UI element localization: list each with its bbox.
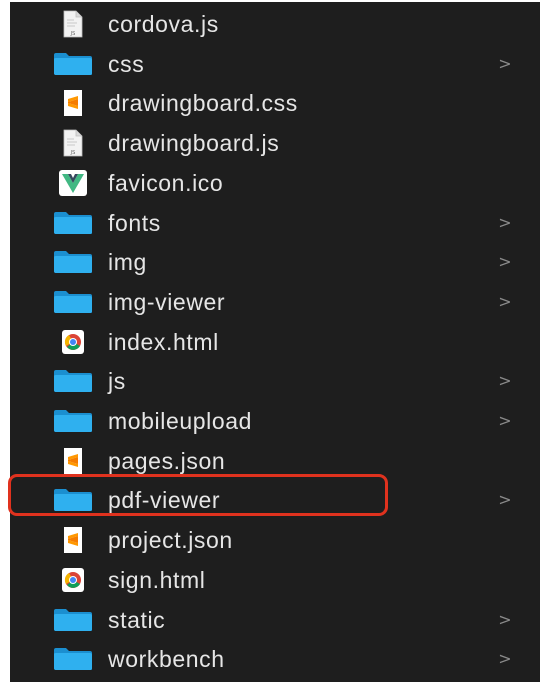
item-name: drawingboard.css <box>108 90 298 117</box>
folder-row[interactable]: fonts > <box>10 203 540 243</box>
item-name: pages.json <box>108 447 226 474</box>
item-name: drawingboard.js <box>108 130 280 157</box>
svg-text:JS: JS <box>70 150 76 156</box>
folder-row[interactable]: mobileupload > <box>10 401 540 441</box>
file-row[interactable]: sign.html <box>10 560 540 600</box>
file-row[interactable]: index.html <box>10 322 540 362</box>
chevron-right-icon[interactable]: > <box>497 44 513 84</box>
chevron-right-icon[interactable]: > <box>497 480 513 520</box>
chevron-right-icon[interactable]: > <box>497 282 513 322</box>
folder-row[interactable]: js > <box>10 361 540 401</box>
item-name: img <box>108 249 147 276</box>
folder-icon <box>53 249 93 275</box>
js-file-icon: JS <box>53 129 93 157</box>
folder-icon <box>53 607 93 633</box>
item-name: mobileupload <box>108 408 253 434</box>
item-name: project.json <box>108 527 233 554</box>
svg-text:JS: JS <box>70 31 76 37</box>
file-row[interactable]: JS drawingboard.js <box>10 123 540 163</box>
js-file-icon: JS <box>53 10 93 38</box>
folder-row[interactable]: workbench > <box>10 639 540 679</box>
file-row[interactable]: pages.json <box>10 441 540 481</box>
chevron-right-icon[interactable]: > <box>497 639 513 679</box>
file-row[interactable]: drawingboard.css <box>10 83 540 123</box>
chrome-file-icon <box>53 567 93 593</box>
item-name: css <box>108 50 145 77</box>
folder-row[interactable]: css > <box>10 44 540 84</box>
item-name: js <box>108 368 126 395</box>
vue-file-icon <box>53 169 93 196</box>
file-row[interactable]: favicon.ico <box>10 163 540 203</box>
folder-row[interactable]: static > <box>10 600 540 640</box>
folder-icon <box>53 51 93 77</box>
chevron-right-icon[interactable]: > <box>497 361 513 401</box>
file-browser-panel: JS cordova.js css > drawingboard.css JS drawin… <box>10 2 540 682</box>
item-name: static <box>108 606 166 633</box>
folder-icon <box>53 368 93 394</box>
chevron-right-icon[interactable]: > <box>497 203 513 243</box>
item-name: favicon.ico <box>108 169 224 196</box>
folder-icon <box>53 408 93 434</box>
chevron-right-icon[interactable]: > <box>497 401 513 441</box>
sublime-file-icon <box>53 527 93 554</box>
folder-row[interactable]: img > <box>10 242 540 282</box>
file-row[interactable]: JS cordova.js <box>10 4 540 44</box>
folder-icon <box>53 289 93 315</box>
folder-icon <box>53 646 93 672</box>
sublime-file-icon <box>53 90 93 117</box>
item-name: index.html <box>108 328 219 355</box>
sublime-file-icon <box>53 447 93 474</box>
file-row[interactable]: project.json <box>10 520 540 560</box>
item-name: sign.html <box>108 566 206 593</box>
chevron-right-icon[interactable]: > <box>497 600 513 640</box>
folder-icon <box>53 210 93 236</box>
item-name: pdf-viewer <box>108 487 221 514</box>
chrome-file-icon <box>53 329 93 355</box>
item-name: img-viewer <box>108 288 226 315</box>
chevron-right-icon[interactable]: > <box>497 242 513 282</box>
folder-icon <box>53 487 93 513</box>
folder-row[interactable]: img-viewer > <box>10 282 540 322</box>
folder-row[interactable]: pdf-viewer > <box>10 480 540 520</box>
item-name: workbench <box>108 646 225 673</box>
item-name: fonts <box>108 209 161 236</box>
item-name: cordova.js <box>108 11 219 37</box>
